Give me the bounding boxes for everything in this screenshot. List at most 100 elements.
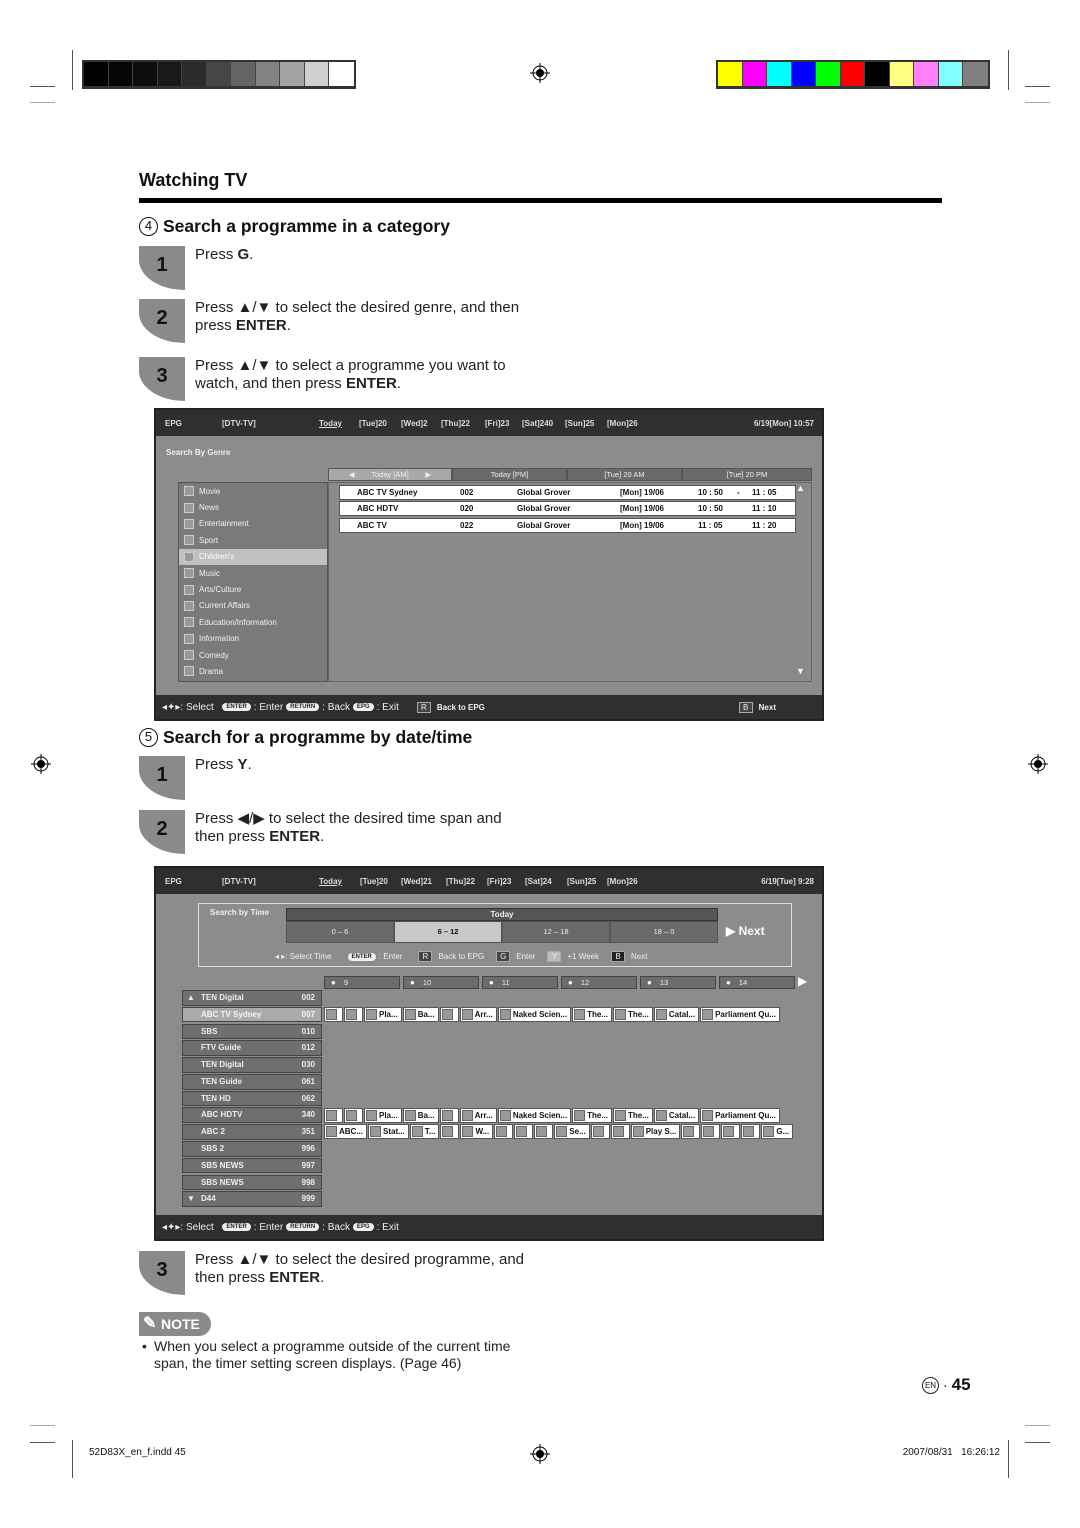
tab-today-pm[interactable]: Today [PM] — [452, 468, 567, 481]
genre-item[interactable]: Drama — [179, 663, 327, 679]
day-tab[interactable]: [Wed]2 — [401, 419, 428, 428]
next-button[interactable]: Next — [759, 703, 776, 712]
programme-cell[interactable] — [440, 1124, 460, 1140]
channel-item[interactable]: SBS NEWS 998 — [182, 1174, 322, 1191]
channel-item[interactable]: ABC 2 351 — [182, 1124, 322, 1140]
tab-today-am[interactable]: ◀ Today [AM] ▶ — [328, 468, 452, 481]
plus-week-button[interactable]: +1 Week — [567, 952, 599, 961]
programme-cell[interactable]: ABC... — [324, 1124, 367, 1140]
programme-cell[interactable] — [534, 1124, 554, 1140]
day-tab[interactable]: [Sat]240 — [522, 419, 553, 428]
genre-item[interactable]: Education/Information — [179, 614, 327, 630]
programme-cell[interactable]: Parliament Qu... — [700, 1107, 780, 1123]
programme-cell[interactable] — [681, 1124, 701, 1140]
programme-cell[interactable]: Naked Scien... — [497, 1107, 572, 1123]
day-tab[interactable]: [Tue]20 — [360, 877, 388, 886]
channel-item[interactable]: TEN Guide 061 — [182, 1073, 322, 1090]
genre-item[interactable]: Current Affairs — [179, 598, 327, 614]
channel-item[interactable]: ▼ D44 999 — [182, 1191, 322, 1207]
channel-item[interactable]: SBS NEWS 997 — [182, 1157, 322, 1174]
programme-cell[interactable] — [344, 1006, 363, 1022]
back-to-epg-button[interactable]: Back to EPG — [437, 703, 485, 712]
day-tab[interactable]: [Tue]20 — [359, 419, 387, 428]
time-span-tab[interactable]: 0 – 6 — [286, 921, 394, 943]
channel-item[interactable]: ABC HDTV 340 — [182, 1107, 322, 1124]
programme-cell[interactable] — [701, 1124, 721, 1140]
programme-cell[interactable]: G... — [761, 1124, 794, 1140]
programme-cell[interactable] — [721, 1124, 741, 1140]
day-tab[interactable]: [Fri]23 — [487, 877, 511, 886]
programme-cell[interactable] — [324, 1107, 343, 1123]
channel-item[interactable]: FTV Guide 012 — [182, 1040, 322, 1056]
day-tab[interactable]: [Wed]21 — [401, 877, 432, 886]
programme-cell[interactable]: Naked Scien... — [497, 1006, 572, 1022]
genre-item[interactable]: Sport — [179, 532, 327, 548]
day-tab[interactable]: [Thu]22 — [441, 419, 470, 428]
programme-cell[interactable] — [741, 1124, 761, 1140]
programme-cell[interactable]: W... — [460, 1124, 494, 1140]
scroll-down-icon[interactable]: ▼ — [187, 1194, 195, 1203]
genre-item[interactable]: Children's — [179, 548, 327, 565]
day-tab[interactable]: [Fri]23 — [485, 419, 509, 428]
channel-item[interactable]: TEN HD 062 — [182, 1090, 322, 1107]
day-tab[interactable]: Today — [319, 419, 342, 428]
programme-cell[interactable]: Ba... — [402, 1006, 439, 1022]
programme-cell[interactable] — [344, 1107, 363, 1123]
channel-item[interactable]: SBS 2 996 — [182, 1141, 322, 1157]
programme-cell[interactable]: Arr... — [459, 1107, 497, 1123]
scroll-down-icon[interactable]: ▼ — [796, 666, 805, 676]
genre-item[interactable]: Music — [179, 565, 327, 581]
programme-cell[interactable]: Ba... — [402, 1107, 439, 1123]
scroll-up-icon[interactable]: ▲ — [796, 483, 805, 493]
programme-cell[interactable]: The... — [612, 1107, 653, 1123]
tab-tue-pm[interactable]: [Tue] 20 PM — [682, 468, 812, 481]
programme-cell[interactable]: Stat... — [368, 1124, 409, 1140]
next-button[interactable]: Next — [631, 952, 647, 961]
tab-tue-am[interactable]: [Tue] 20 AM — [567, 468, 682, 481]
time-span-tab[interactable]: 6 – 12 — [394, 921, 502, 943]
channel-item[interactable]: ▲ TEN Digital 002 — [182, 990, 322, 1006]
scroll-up-icon[interactable]: ▲ — [187, 993, 195, 1002]
programme-cell[interactable] — [514, 1124, 534, 1140]
programme-cell[interactable]: T... — [409, 1124, 440, 1140]
day-tab[interactable]: [Sun]25 — [567, 877, 596, 886]
genre-item[interactable]: Information — [179, 631, 327, 647]
genre-item[interactable]: Movie — [179, 483, 327, 499]
result-row[interactable]: ABC TV Sydney 002 Global Grover [Mon] 19/06… — [339, 484, 796, 500]
programme-cell[interactable]: Se... — [554, 1124, 590, 1140]
genre-item[interactable]: Comedy — [179, 647, 327, 663]
day-tab[interactable]: [Mon]26 — [607, 877, 638, 886]
day-tab[interactable]: Today — [319, 877, 342, 886]
programme-cell[interactable]: Arr... — [459, 1006, 497, 1022]
programme-cell[interactable]: The... — [572, 1107, 612, 1123]
programme-cell[interactable]: The... — [612, 1006, 653, 1022]
programme-cell[interactable] — [494, 1124, 514, 1140]
programme-cell[interactable] — [610, 1124, 630, 1140]
day-tab[interactable]: [Sat]24 — [525, 877, 552, 886]
time-span-tab[interactable]: 12 – 18 — [502, 921, 610, 943]
scroll-right-icon[interactable]: ▶ — [798, 974, 807, 988]
genre-item[interactable]: News — [179, 499, 327, 515]
programme-cell[interactable]: Play S... — [630, 1124, 681, 1140]
programme-cell[interactable]: Parliament Qu... — [700, 1006, 780, 1022]
programme-cell[interactable]: Pla... — [364, 1107, 402, 1123]
programme-cell[interactable] — [590, 1124, 610, 1140]
result-row[interactable]: ABC TV 022 Global Grover [Mon] 19/06 11 : 05… — [339, 517, 796, 533]
programme-cell[interactable] — [439, 1107, 459, 1123]
programme-cell[interactable]: Catal... — [653, 1107, 700, 1123]
genre-item[interactable]: Arts/Culture — [179, 581, 327, 597]
result-row[interactable]: ABC HDTV 020 Global Grover [Mon] 19/06 10 : … — [339, 501, 796, 516]
programme-cell[interactable]: The... — [572, 1006, 612, 1022]
programme-cell[interactable] — [324, 1006, 343, 1022]
day-tab[interactable]: [Thu]22 — [446, 877, 475, 886]
day-tab[interactable]: [Sun]25 — [565, 419, 594, 428]
next-button[interactable]: ▶ Next — [726, 924, 765, 938]
time-span-tab[interactable]: 18 – 0 — [610, 921, 718, 943]
channel-item[interactable]: SBS 010 — [182, 1023, 322, 1040]
channel-item[interactable]: ABC TV Sydney 007 — [182, 1006, 322, 1023]
channel-item[interactable]: TEN Digital 030 — [182, 1057, 322, 1073]
programme-cell[interactable]: Pla... — [364, 1006, 402, 1022]
day-tab[interactable]: [Mon]26 — [607, 419, 638, 428]
programme-cell[interactable] — [439, 1006, 459, 1022]
back-to-epg-button[interactable]: Back to EPG — [438, 952, 484, 961]
